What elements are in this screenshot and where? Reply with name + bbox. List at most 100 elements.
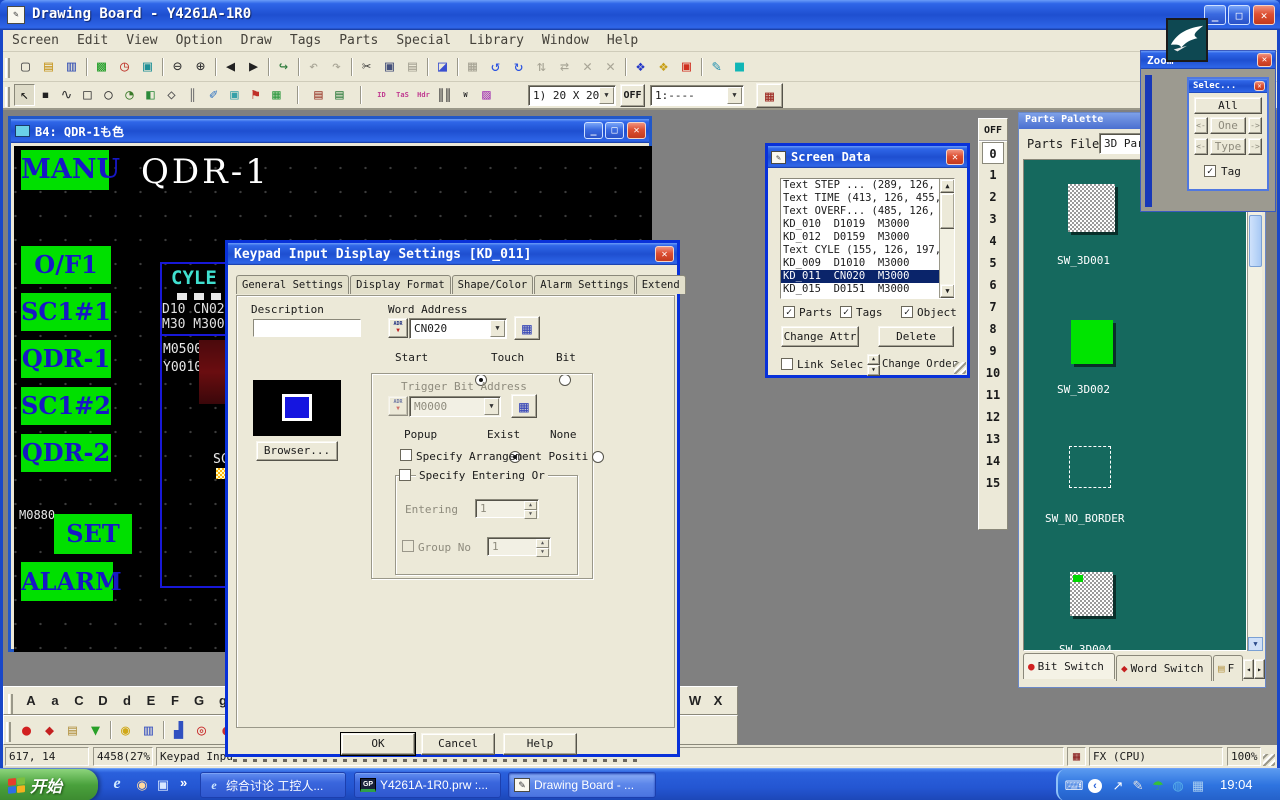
letter-button[interactable]: d [120,693,134,708]
object-checkbox[interactable]: ✓ [901,306,913,318]
dialog-tab[interactable]: Display Format [350,275,451,294]
pen-tray-icon[interactable]: ✎ [1130,778,1146,794]
toolbar-icon[interactable]: ▼ [84,719,107,742]
toolbar-icon[interactable]: ✕ [576,55,599,78]
lamp-part[interactable] [199,340,228,404]
toolbar-icon[interactable]: ▨ [476,84,497,106]
parts-list[interactable]: SW_3D001 SW_3D002 SW_NO_BORDER SW_3D004 [1023,159,1247,651]
chevron-down-icon[interactable]: ▼ [727,87,742,104]
off-display-button[interactable]: OFF [620,84,645,107]
dialog-tab[interactable]: Alarm Settings [534,275,635,294]
toolbar-icon[interactable]: ▩ [90,55,113,78]
description-input[interactable] [253,319,361,337]
toolbar-icon[interactable]: ◧ [140,84,161,106]
toolbar-icon[interactable]: ▥ [137,719,160,742]
part-sw-3d002-thumb[interactable] [1071,320,1113,364]
toolbar-icon[interactable]: ▣ [224,84,245,106]
taskbar-task-forum[interactable]: e 综合讨论 工控人... [200,772,346,798]
antivirus-umbrella-icon[interactable]: ☂ [1150,778,1166,794]
quick-launch-more-icon[interactable]: » [180,775,187,790]
canvas-nav-button[interactable]: QDR-2 [21,434,111,472]
list-scrollbar[interactable]: ▲ ▼ [939,179,954,298]
toolbar-icon[interactable]: ▤ [37,55,60,78]
menu-item[interactable]: View [117,31,166,50]
part-sw-no-border-thumb[interactable] [1069,446,1111,488]
select-type-button[interactable]: Type [1210,138,1246,155]
toolbar-icon[interactable]: ▥ [60,55,83,78]
state-cell[interactable]: 7 [982,296,1004,318]
menu-item[interactable]: Special [387,31,460,50]
state-cell[interactable]: 0 [982,142,1004,164]
cancel-button[interactable]: Cancel [421,733,495,755]
screen-data-row[interactable]: Text OVERF... (485, 126, 5 [781,205,939,218]
none-radio[interactable] [592,451,604,463]
state-cell[interactable]: 13 [982,428,1004,450]
toolbar-icon[interactable]: ↖ [14,84,35,106]
screen-data-row[interactable]: Text CYLE (155, 126, 197, [781,244,939,257]
pointer-tray-icon[interactable]: ↗ [1110,778,1126,794]
maximize-button[interactable]: □ [1228,5,1250,25]
state-cell[interactable]: 4 [982,230,1004,252]
toolbar-icon[interactable]: ▤ [308,84,329,106]
calculator-button[interactable]: ▦ [511,394,537,418]
scroll-down-icon[interactable]: ▼ [1248,637,1263,651]
toolbar-icon[interactable]: ◀ [219,55,242,78]
toolbar-icon[interactable]: ◇ [161,84,182,106]
toolbar-icon[interactable]: ▟ [167,719,190,742]
canvas-window-titlebar[interactable]: B4: QDR-1も色 _ □ ✕ [11,119,649,143]
state-cell[interactable]: 3 [982,208,1004,230]
toolbar-icon[interactable]: ⊖ [166,55,189,78]
state-cell[interactable]: 15 [982,472,1004,494]
globe-tray-icon[interactable]: ◍ [1170,778,1186,794]
screen-data-row[interactable]: KD_009 D1010 M3000 [781,257,939,270]
toolbar-icon[interactable]: ▦ [266,84,287,106]
state-cell[interactable]: 8 [982,318,1004,340]
tab-scroll-right-icon[interactable]: ▸ [1254,659,1265,679]
toolbar-grip[interactable] [5,58,10,78]
zoom-titlebar[interactable]: Zoom ✕ [1141,51,1275,69]
toolbar-icon[interactable]: ◉ [114,719,137,742]
quick-launch-msn-icon[interactable]: ◉ [134,777,150,793]
toolbar-icon[interactable]: ◷ [113,55,136,78]
dialog-tab[interactable]: Shape/Color [452,275,534,294]
menu-item[interactable]: Draw [232,31,281,50]
delete-button[interactable]: Delete [878,326,954,347]
parts-checkbox[interactable]: ✓ [783,306,795,318]
toolbar-icon[interactable]: ▦ [461,55,484,78]
resize-grip[interactable] [954,362,966,374]
state-cell[interactable]: 6 [982,274,1004,296]
state-cell[interactable]: 1 [982,164,1004,186]
link-select-checkbox[interactable] [781,358,793,370]
screen-data-list[interactable]: Text STEP ... (289, 126, 3Text TIME (413… [780,178,955,299]
close-button[interactable]: ✕ [627,122,646,139]
state-cell[interactable]: 10 [982,362,1004,384]
state-cell[interactable]: 9 [982,340,1004,362]
close-button[interactable]: ✕ [1253,5,1275,25]
taskbar-task-drawing-board[interactable]: ✎ Drawing Board - ... [508,772,656,798]
type-next-button[interactable]: -> [1248,138,1262,155]
toolbar-icon[interactable]: ⇄ [553,55,576,78]
parts-scrollbar[interactable]: ▲ ▼ [1247,159,1262,651]
calculator-button[interactable]: ▦ [514,316,540,340]
letter-button[interactable]: X [711,693,725,708]
toolbar-icon[interactable]: ▶ [242,55,265,78]
ok-button[interactable]: OK [341,733,415,755]
toolbar-icon[interactable]: ✐ [203,84,224,106]
toolbar-icon[interactable]: ❖ [652,55,675,78]
screen-data-row[interactable]: KD_015 D0151 M3000 [781,283,939,296]
toolbar-icon[interactable] [350,84,371,106]
network-tray-icon[interactable]: ▦ [1190,778,1206,794]
toolbar-icon[interactable]: ◔ [119,84,140,106]
canvas-nav-button[interactable]: QDR-1 [21,340,111,378]
quick-launch-desktop-icon[interactable]: ▣ [155,777,171,793]
dialog-tab[interactable]: Extend [636,275,686,294]
hide-icons-chevron-icon[interactable]: ‹ [1088,779,1102,793]
canvas-nav-button[interactable]: SC1#2 [21,387,111,425]
scrollbar-thumb[interactable] [940,193,955,229]
screen-data-titlebar[interactable]: ✎ Screen Data ✕ [768,146,967,168]
toolbar-icon[interactable]: ↷ [325,55,348,78]
close-button[interactable]: ✕ [1254,81,1265,91]
toolbar-icon[interactable]: ❖ [629,55,652,78]
toolbar-icon[interactable] [265,55,272,78]
toolbar-icon[interactable]: TaS [392,84,413,106]
